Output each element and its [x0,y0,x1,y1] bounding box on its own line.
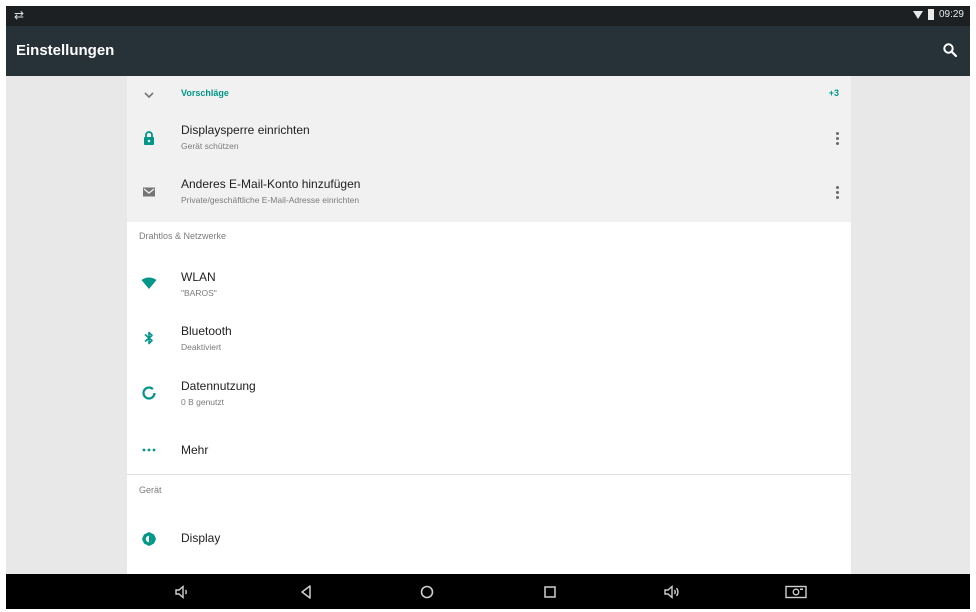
back-icon[interactable] [296,582,316,602]
suggestions-label: Vorschläge [181,88,229,98]
volume-up-icon[interactable] [662,582,682,602]
data-usage-icon [142,386,156,400]
bluetooth-icon [144,331,153,345]
status-bar-right: 09:29 [912,9,964,20]
section-header-wireless: Drahtlos & Netzwerke [139,231,227,241]
section-divider [127,474,851,475]
home-icon[interactable] [417,582,437,602]
overflow-menu-icon[interactable] [835,186,839,199]
battery-icon [927,9,934,20]
item-subtitle: 0 B genutzt [181,397,225,407]
suggestion-add-email[interactable]: Anderes E-Mail-Konto hinzufügen Private/… [127,168,851,220]
section-header-device: Gerät [139,485,162,495]
item-title: WLAN [181,270,216,284]
suggestions-card: Vorschläge +3 Displaysperre einrichten G… [127,76,851,222]
suggestion-subtitle: Private/geschäftliche E-Mail-Adresse ein… [181,195,360,205]
brightness-icon [142,532,156,546]
settings-item-bluetooth[interactable]: Bluetooth Deaktiviert [127,312,851,364]
suggestion-subtitle: Gerät schützen [181,141,239,151]
wifi-icon [141,277,157,289]
suggestion-title: Displaysperre einrichten [181,123,310,137]
suggestion-title: Anderes E-Mail-Konto hinzufügen [181,177,361,191]
chevron-down-icon[interactable] [141,87,157,103]
settings-item-display[interactable]: Display [127,514,851,564]
status-bar: ⇄ 09:29 [6,6,970,26]
suggestions-count: +3 [828,88,839,98]
settings-list: Vorschläge +3 Displaysperre einrichten G… [127,76,851,574]
item-title: Display [181,531,221,545]
item-subtitle: Deaktiviert [181,342,222,352]
usb-debug-icon: ⇄ [14,8,25,22]
item-title: Mehr [181,443,209,457]
search-icon[interactable] [942,42,958,58]
screenshot-icon[interactable] [784,582,808,602]
status-time: 09:29 [938,9,964,20]
volume-down-icon[interactable] [172,582,192,602]
device-screen: ⇄ 09:29 Einstellungen Vorschläge +3 Disp… [6,6,970,609]
navigation-bar [6,574,970,609]
wifi-signal-icon [912,10,923,19]
item-title: Bluetooth [181,324,232,338]
recents-icon[interactable] [540,582,560,602]
lock-icon [144,131,154,145]
more-horiz-icon [142,448,156,452]
page-title: Einstellungen [16,42,115,59]
item-title: Datennutzung [181,379,256,393]
item-subtitle: "BAROS" [181,288,217,298]
settings-item-more[interactable]: Mehr [127,422,851,474]
suggestions-header[interactable]: Vorschläge +3 [127,76,851,112]
suggestion-screen-lock[interactable]: Displaysperre einrichten Gerät schützen [127,114,851,166]
settings-item-wlan[interactable]: WLAN "BAROS" [127,258,851,310]
settings-item-data-usage[interactable]: Datennutzung 0 B genutzt [127,367,851,419]
overflow-menu-icon[interactable] [835,132,839,145]
action-bar: Einstellungen [6,26,970,76]
email-icon [143,187,155,197]
